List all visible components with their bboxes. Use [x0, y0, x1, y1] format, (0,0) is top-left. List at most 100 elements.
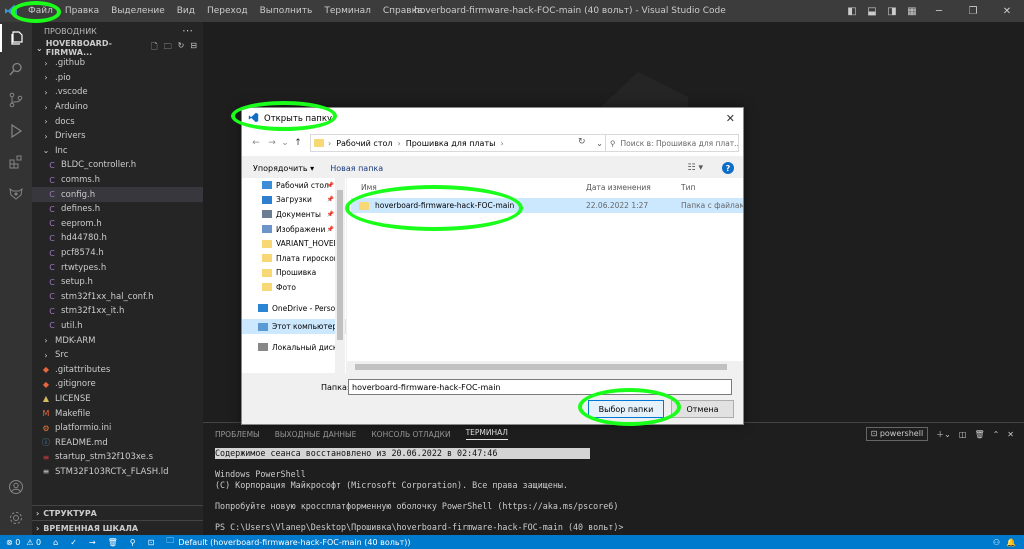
- refresh-icon[interactable]: ↻: [578, 137, 586, 147]
- new-folder-icon[interactable]: 🗀: [164, 41, 172, 55]
- nav-item[interactable]: Документы 📌: [242, 207, 346, 222]
- account-status-icon[interactable]: ⚇: [993, 538, 1000, 547]
- menu-go[interactable]: Переход: [201, 6, 254, 16]
- add-terminal-icon[interactable]: ＋⌄: [936, 429, 951, 440]
- tree-file[interactable]: Cconfig.h: [32, 187, 203, 202]
- column-type[interactable]: Тип: [681, 183, 695, 192]
- toggle-panel-icon[interactable]: ⬓: [862, 6, 882, 17]
- tree-folder[interactable]: › Arduino: [32, 100, 203, 115]
- nav-item[interactable]: Плата гироскоп: [242, 251, 346, 266]
- split-terminal-icon[interactable]: ◫: [959, 430, 967, 439]
- terminal-plug-icon[interactable]: ⊡: [148, 538, 155, 547]
- new-file-icon[interactable]: 🗋: [151, 41, 157, 55]
- pin-icon[interactable]: 📌: [327, 211, 334, 218]
- recent-chevron-icon[interactable]: ⌄: [280, 138, 290, 148]
- tree-file[interactable]: Csetup.h: [32, 275, 203, 290]
- tree-file[interactable]: ≡ STM32F103RCTx_FLASH.ld: [32, 465, 203, 480]
- tree-file[interactable]: M Makefile: [32, 406, 203, 421]
- help-icon[interactable]: ?: [722, 162, 734, 174]
- nav-item[interactable]: Прошивка: [242, 266, 346, 281]
- source-control-icon[interactable]: [0, 86, 32, 114]
- folder-input[interactable]: hoverboard-firmware-hack-FOC-main: [348, 379, 732, 395]
- back-arrow-icon[interactable]: ←: [248, 138, 264, 148]
- nav-item[interactable]: Изображени 📌: [242, 222, 346, 237]
- file-list-hscrollbar[interactable]: [347, 361, 743, 373]
- nav-item[interactable]: Локальный диск: [242, 340, 346, 355]
- address-bar[interactable]: › Рабочий стол › Прошивка для платы › ⌄: [310, 134, 610, 152]
- tree-folder[interactable]: ⌄ Inc: [32, 144, 203, 159]
- build-check-icon[interactable]: ✓: [70, 538, 77, 547]
- menu-view[interactable]: Вид: [171, 6, 201, 16]
- layout-icon[interactable]: ▦: [902, 6, 922, 17]
- settings-gear-icon[interactable]: [0, 504, 32, 532]
- tree-folder[interactable]: › Drivers: [32, 129, 203, 144]
- tree-file[interactable]: Cstm32f1xx_it.h: [32, 304, 203, 319]
- workspace-folder-header[interactable]: ⌄ HOVERBOARD-FIRMWA... 🗋 🗀 ↻ ⊟: [32, 39, 203, 57]
- explorer-icon[interactable]: [0, 24, 32, 52]
- column-date[interactable]: Дата изменения: [586, 183, 651, 192]
- tree-folder[interactable]: › MDK-ARM: [32, 333, 203, 348]
- menu-selection[interactable]: Выделение: [105, 6, 171, 16]
- env-selector[interactable]: Default (hoverboard-firmware-hack-FOC-ma…: [178, 538, 410, 547]
- scroll-thumb[interactable]: [337, 190, 343, 340]
- platformio-icon[interactable]: [0, 179, 32, 207]
- tree-folder[interactable]: › .vscode: [32, 85, 203, 100]
- close-panel-icon[interactable]: ✕: [1007, 430, 1014, 439]
- tree-file[interactable]: Chd44780.h: [32, 231, 203, 246]
- view-options-icon[interactable]: ☷ ▾: [688, 163, 703, 173]
- tree-file[interactable]: Cdefines.h: [32, 202, 203, 217]
- home-icon[interactable]: ⌂: [53, 538, 58, 547]
- nav-item[interactable]: Фото: [242, 280, 346, 295]
- terminal-shell-selector[interactable]: ⊡ powershell: [865, 427, 929, 441]
- tree-file[interactable]: Crtwtypes.h: [32, 260, 203, 275]
- nav-item[interactable]: Загрузки 📌: [242, 193, 346, 208]
- close-button[interactable]: ✕: [990, 6, 1024, 17]
- breadcrumb-desktop[interactable]: Рабочий стол: [336, 139, 392, 148]
- pin-icon[interactable]: 📌: [327, 196, 334, 203]
- notifications-bell-icon[interactable]: 🔔: [1006, 538, 1016, 547]
- tree-folder[interactable]: › docs: [32, 114, 203, 129]
- maximize-button[interactable]: ❐: [956, 6, 990, 17]
- tree-file[interactable]: Cutil.h: [32, 319, 203, 334]
- account-icon[interactable]: [0, 473, 32, 501]
- run-debug-icon[interactable]: [0, 117, 32, 145]
- toggle-sidebar-icon[interactable]: ◧: [842, 6, 862, 17]
- tree-file[interactable]: ≡ startup_stm32f103xe.s: [32, 450, 203, 465]
- collapse-all-icon[interactable]: ⊟: [190, 41, 197, 55]
- menu-edit[interactable]: Правка: [59, 6, 105, 16]
- terminal-output[interactable]: Содержимое сеанса восстановлено из 20.06…: [215, 448, 623, 532]
- tab-debug-console[interactable]: КОНСОЛЬ ОТЛАДКИ: [371, 430, 450, 439]
- nav-item[interactable]: Рабочий стол 📌: [242, 178, 346, 193]
- forward-arrow-icon[interactable]: →: [264, 138, 280, 148]
- tree-file[interactable]: ◆ .gitattributes: [32, 362, 203, 377]
- tree-folder[interactable]: › .pio: [32, 71, 203, 86]
- tab-problems[interactable]: ПРОБЛЕМЫ: [215, 430, 260, 439]
- maximize-panel-icon[interactable]: ⌃: [993, 430, 1000, 439]
- tab-output[interactable]: ВЫХОДНЫЕ ДАННЫЕ: [275, 430, 357, 439]
- serial-monitor-icon[interactable]: ⚲: [130, 538, 136, 547]
- errors-count[interactable]: ⊗ 0: [6, 538, 20, 547]
- tree-folder[interactable]: › Src: [32, 348, 203, 363]
- tree-file[interactable]: ⓘ README.md: [32, 435, 203, 450]
- breadcrumb-firmware[interactable]: Прошивка для платы: [406, 139, 496, 148]
- menu-run[interactable]: Выполнить: [254, 6, 319, 16]
- tree-file[interactable]: Ccomms.h: [32, 173, 203, 188]
- search-icon[interactable]: [0, 55, 32, 83]
- warnings-count[interactable]: ⚠ 0: [26, 538, 41, 547]
- nav-item[interactable]: OneDrive - Person: [242, 301, 346, 316]
- organize-button[interactable]: Упорядочить ▾: [253, 164, 314, 173]
- minimize-button[interactable]: ─: [922, 6, 956, 17]
- tree-file[interactable]: ⚙ platformio.ini: [32, 421, 203, 436]
- toggle-secondary-icon[interactable]: ◨: [882, 6, 902, 17]
- nav-item[interactable]: VARIANT_HOVER: [242, 236, 346, 251]
- kill-terminal-icon[interactable]: 🗑: [974, 430, 984, 439]
- tree-file[interactable]: Ceeprom.h: [32, 217, 203, 232]
- tree-file[interactable]: Cpcf8574.h: [32, 246, 203, 261]
- tab-terminal[interactable]: ТЕРМИНАЛ: [465, 428, 508, 440]
- up-arrow-icon[interactable]: ↑: [290, 138, 306, 148]
- nav-item[interactable]: Этот компьютер: [242, 319, 346, 334]
- tree-file[interactable]: ▲ LICENSE: [32, 392, 203, 407]
- outline-section[interactable]: › СТРУКТУРА: [32, 505, 203, 521]
- more-actions-icon[interactable]: ⋯: [182, 24, 193, 37]
- clean-trash-icon[interactable]: 🗑: [108, 538, 118, 547]
